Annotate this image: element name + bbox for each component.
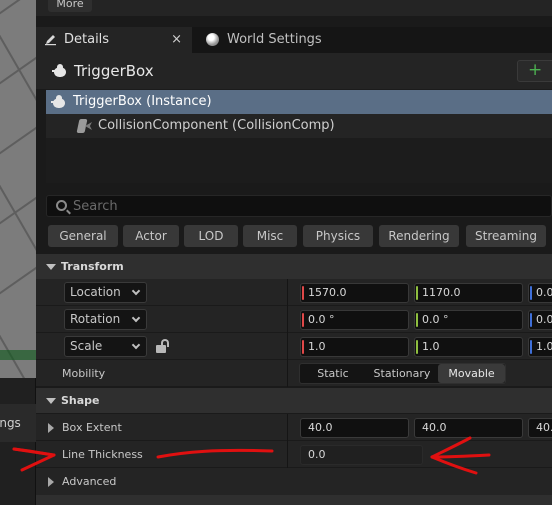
tree-item-instance[interactable]: TriggerBox (Instance) [46,90,552,114]
expand-arrow-icon[interactable] [48,423,54,433]
field-value: 1.0 [536,340,552,353]
location-x-field[interactable]: 1570.0 [300,283,409,303]
scale-y-field[interactable]: 1.0 [414,337,523,357]
scale-x-field[interactable]: 1.0 [300,337,409,357]
property-label: Mobility [62,367,106,380]
property-row-mobility: Mobility Static Stationary Movable [36,360,552,387]
tab-world-settings[interactable]: World Settings [202,27,342,53]
component-icon [76,119,92,133]
property-label: Box Extent [62,421,122,434]
location-z-field[interactable]: 0.0 [528,283,552,303]
location-dropdown[interactable]: Location [64,282,147,303]
search-box [46,195,552,217]
field-value: 0.0 [536,286,552,299]
more-button[interactable]: More [48,0,92,12]
dropdown-label: Location [70,285,121,299]
more-bar: More [36,0,552,16]
filter-chips: General Actor LOD Misc Physics Rendering… [48,225,552,247]
filter-general[interactable]: General [48,225,118,247]
actor-header: TriggerBox + [36,53,552,89]
property-label: Advanced [62,475,117,488]
level-viewport[interactable] [0,0,36,378]
tab-bar: Details × World Settings [36,27,552,53]
property-row-line-thickness: Line Thickness 0.0 [36,441,552,468]
expand-arrow-icon[interactable] [48,477,54,487]
chevron-down-icon [131,286,141,296]
teapot-icon [51,95,67,109]
scale-z-field[interactable]: 1.0 [528,337,552,357]
box-extent-y-field[interactable]: 40.0 [414,418,523,438]
search-input[interactable] [73,197,533,215]
location-y-field[interactable]: 1170.0 [414,283,523,303]
caret-down-icon [46,398,56,404]
property-row-rotation: Rotation 0.0 ° 0.0 ° 0.0 [36,306,552,333]
filter-actor[interactable]: Actor [123,225,179,247]
filter-rendering[interactable]: Rendering [379,225,459,247]
section-title: Transform [61,260,124,273]
pencil-icon [45,35,56,46]
field-value: 1170.0 [422,286,461,299]
field-value: 0.0 ° [422,313,449,326]
property-row-box-extent: Box Extent 40.0 40.0 40.0 [36,414,552,441]
property-row-advanced[interactable]: Advanced [36,468,552,495]
add-component-button[interactable]: + [517,60,552,82]
mobility-stationary[interactable]: Stationary [366,364,438,383]
side-tab-label: ings [0,416,21,430]
box-extent-x-field[interactable]: 40.0 [300,418,409,438]
world-settings-side-tab[interactable]: ings [0,404,36,442]
tab-details[interactable]: Details × [36,27,192,53]
filter-misc[interactable]: Misc [243,225,297,247]
section-title: Shape [61,394,100,407]
field-value: 40.0 [422,421,447,434]
property-row-scale: Scale 1.0 1.0 1.0 [36,333,552,360]
chevron-down-icon [131,340,141,350]
filter-lod[interactable]: LOD [184,225,238,247]
box-extent-z-field[interactable]: 40.0 [528,418,552,438]
field-value: 1.0 [308,340,326,353]
component-tree: TriggerBox (Instance) CollisionComponent… [46,89,552,183]
mobility-static[interactable]: Static [300,364,366,383]
scale-dropdown[interactable]: Scale [64,336,147,357]
rotation-y-field[interactable]: 0.0 ° [414,310,523,330]
line-thickness-field[interactable]: 0.0 [300,445,423,465]
tab-world-settings-label: World Settings [227,32,322,47]
field-value: 0.0 [536,313,552,326]
property-row-location: Location 1570.0 1170.0 0.0 [36,279,552,306]
section-shape-header[interactable]: Shape [36,388,552,413]
details-panel: More Details × World Settings TriggerBox… [36,0,552,505]
tree-item-label: TriggerBox (Instance) [73,94,212,109]
rotation-z-field[interactable]: 0.0 [528,310,552,330]
field-value: 40.0 [536,421,552,434]
teapot-icon [52,64,68,78]
rotation-x-field[interactable]: 0.0 ° [300,310,409,330]
dropdown-label: Scale [70,339,103,353]
tab-details-label: Details [64,32,110,47]
globe-icon [206,33,219,46]
field-value: 1570.0 [308,286,347,299]
mobility-selector: Static Stationary Movable [299,363,506,384]
tree-item-label: CollisionComponent (CollisionComp) [98,118,335,133]
close-icon[interactable]: × [171,27,182,53]
section-next-header[interactable] [36,495,552,505]
dropdown-label: Rotation [70,312,121,326]
actor-name: TriggerBox [74,62,154,80]
field-value: 0.0 ° [308,313,335,326]
rotation-dropdown[interactable]: Rotation [64,309,147,330]
chevron-down-icon [131,313,141,323]
field-value: 1.0 [422,340,440,353]
section-transform-header[interactable]: Transform [36,254,552,279]
caret-down-icon [46,264,56,270]
filter-streaming[interactable]: Streaming [466,225,546,247]
field-value: 40.0 [308,421,333,434]
search-icon [56,200,67,211]
mobility-movable[interactable]: Movable [438,364,505,383]
filter-physics[interactable]: Physics [303,225,373,247]
field-value: 0.0 [308,448,326,461]
tree-item-collision-component[interactable]: CollisionComponent (CollisionComp) [46,114,552,138]
property-label: Line Thickness [62,448,143,461]
lock-icon[interactable] [156,339,170,353]
